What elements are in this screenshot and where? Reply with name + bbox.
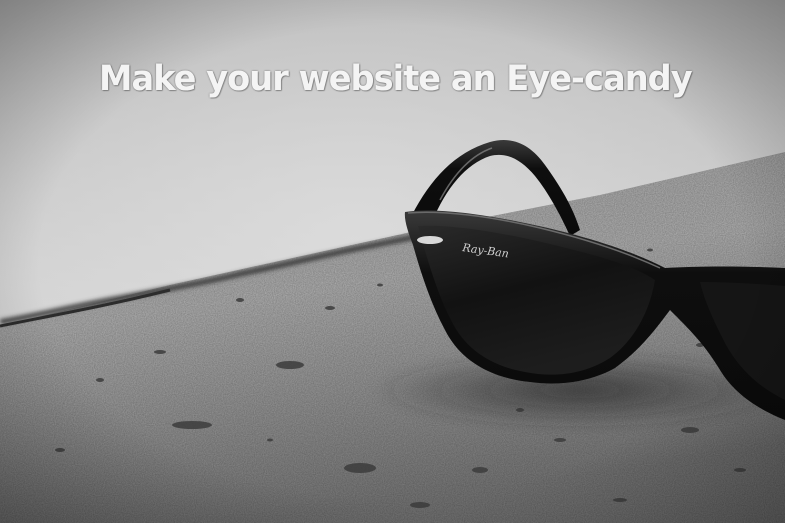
headline-text: Make your website an Eye-candy — [99, 59, 693, 99]
hero-photo: Ray-Ban Make your website an Eye-candy — [0, 0, 785, 523]
